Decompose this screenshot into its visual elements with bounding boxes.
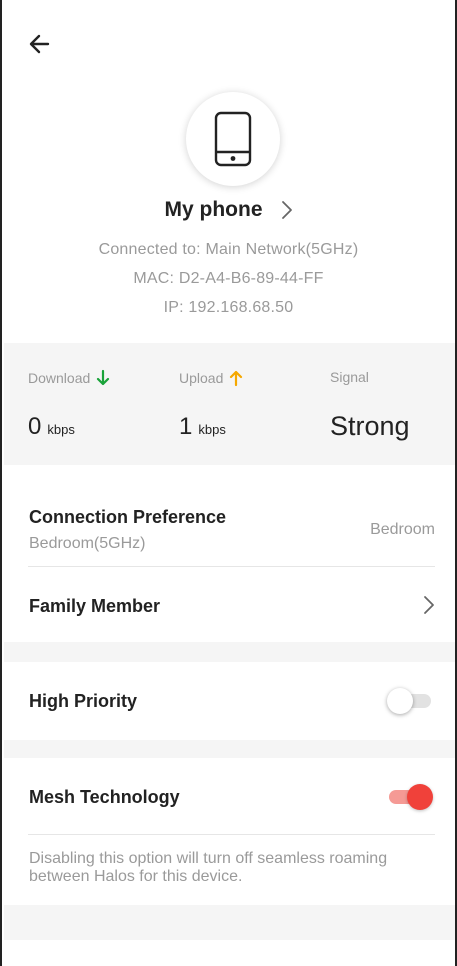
upload-label-text: Upload	[179, 370, 224, 386]
connection-preference-value: Bedroom	[370, 521, 435, 538]
signal-label: Signal	[330, 369, 369, 385]
mesh-technology-toggle[interactable]	[387, 783, 433, 810]
high-priority-toggle[interactable]	[387, 687, 433, 714]
download-label-text: Download	[28, 370, 91, 386]
high-priority-title: High Priority	[29, 691, 138, 711]
upload-value-number: 1	[179, 413, 193, 440]
section-gap	[4, 740, 455, 758]
toggle-knob	[407, 784, 433, 810]
connection-preference-title: Connection Preference	[29, 507, 227, 527]
device-name: My phone	[164, 198, 263, 221]
high-priority-row: High Priority	[4, 662, 455, 740]
family-member-title: Family Member	[29, 596, 161, 616]
download-value: 0 kbps	[28, 413, 75, 441]
ip-address-text: IP: 192.168.68.50	[163, 299, 294, 316]
mesh-technology-note: Disabling this option will turn off seam…	[29, 850, 388, 885]
divider	[28, 834, 435, 835]
signal-value: Strong	[330, 411, 410, 441]
connection-preference-row[interactable]: Connection Preference Bedroom(5GHz) Bedr…	[4, 465, 455, 566]
upload-label: Upload	[179, 369, 243, 387]
section-gap	[4, 905, 455, 940]
signal-label-text: Signal	[330, 369, 369, 385]
device-avatar	[186, 92, 280, 186]
family-member-row[interactable]: Family Member	[4, 567, 455, 642]
device-name-row[interactable]: My phone	[0, 198, 457, 222]
toggle-knob	[387, 688, 413, 714]
smartphone-icon	[214, 111, 252, 167]
arrow-up-icon	[230, 370, 243, 387]
upload-value: 1 kbps	[179, 413, 226, 441]
download-label: Download	[28, 369, 110, 387]
mesh-technology-title: Mesh Technology	[29, 787, 180, 807]
connected-network-text: Connected to: Main Network(5GHz)	[98, 241, 359, 258]
back-button[interactable]	[24, 28, 56, 60]
upload-unit: kbps	[198, 422, 226, 437]
mesh-technology-row: Mesh Technology	[4, 758, 455, 834]
section-gap	[4, 642, 455, 662]
chevron-right-icon	[424, 596, 434, 614]
arrow-left-icon	[29, 34, 50, 54]
mac-address-text: MAC: D2-A4-B6-89-44-FF	[133, 270, 324, 287]
arrow-down-icon	[97, 369, 110, 386]
connection-preference-subtitle: Bedroom(5GHz)	[29, 535, 146, 552]
download-unit: kbps	[47, 422, 75, 437]
chevron-right-icon	[281, 201, 292, 219]
download-value-number: 0	[28, 413, 42, 440]
traffic-stats-panel: Download Upload Signal 0 kbps 1 kbps Stron…	[4, 343, 455, 465]
